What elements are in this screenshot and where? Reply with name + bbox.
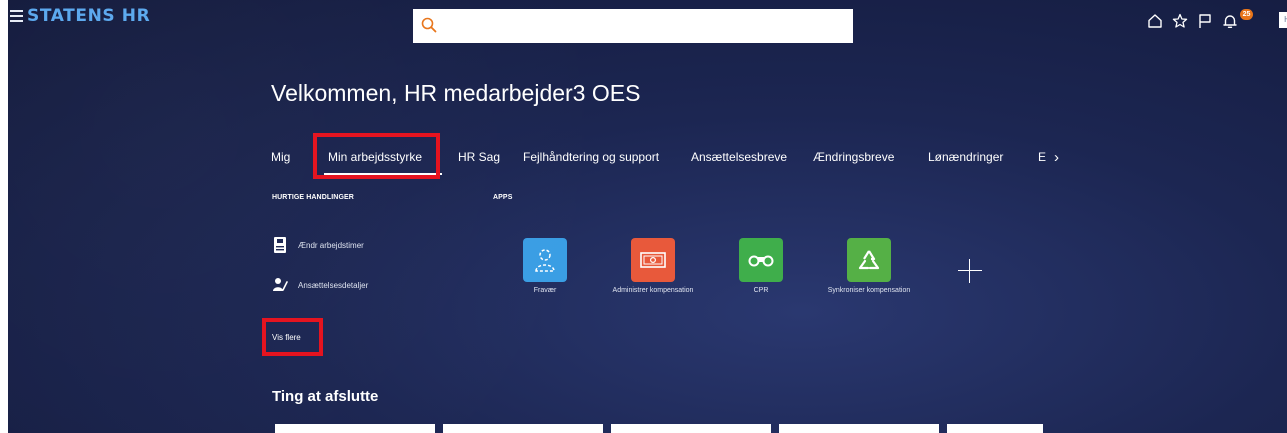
employment-details-icon	[273, 278, 288, 291]
quick-actions-heading: HURTIGE HANDLINGER	[272, 194, 354, 201]
tab-hr-sag[interactable]: HR Sag	[458, 150, 500, 164]
app-tile[interactable]	[631, 238, 675, 282]
tab-min-arbejdsstyrke[interactable]: Min arbejdsstyrke	[328, 150, 422, 164]
task-card[interactable]	[779, 424, 939, 433]
app-cpr[interactable]: CPR	[716, 238, 806, 295]
binoculars-icon	[748, 255, 774, 267]
tab-ansaettelsesbreve[interactable]: Ansættelsesbreve	[691, 150, 787, 164]
tab-mig[interactable]: Mig	[271, 150, 290, 164]
task-card[interactable]	[947, 424, 1043, 433]
active-tab-indicator	[324, 173, 442, 175]
show-more-link[interactable]: Vis flere	[272, 333, 301, 342]
app-tile[interactable]	[739, 238, 783, 282]
app-tile[interactable]	[847, 238, 891, 282]
task-card[interactable]	[275, 424, 435, 433]
money-icon	[640, 252, 666, 268]
quick-action-label: Ændr arbejdstimer	[298, 240, 364, 250]
flag-icon[interactable]	[1196, 12, 1214, 30]
quick-action-label: Ansættelsesdetaljer	[298, 280, 369, 290]
app-label: Administrer kompensation	[612, 287, 694, 294]
hamburger-menu-icon[interactable]	[10, 10, 23, 22]
notifications-icon[interactable]	[1221, 12, 1239, 30]
tab-aendringsbreve[interactable]: Ændringsbreve	[813, 150, 894, 164]
app-label: Fravær	[533, 287, 557, 294]
quick-action-change-hours[interactable]: Ændr arbejdstimer	[272, 236, 364, 254]
brand-logo[interactable]: STATENS HR	[27, 6, 150, 26]
tab-truncated[interactable]: E	[1038, 150, 1046, 164]
app-synkroniser-kompensation[interactable]: Synkroniser kompensation	[824, 238, 914, 295]
avatar[interactable]: H	[1279, 12, 1287, 28]
app-frame: STATENS HR 25 H Velkommen, HR medarbejde…	[8, 0, 1287, 433]
search-box[interactable]	[413, 9, 853, 43]
task-card[interactable]	[443, 424, 603, 433]
app-tile[interactable]	[523, 238, 567, 282]
app-fravaer[interactable]: Fravær	[500, 238, 590, 295]
welcome-heading: Velkommen, HR medarbejder3 OES	[271, 80, 641, 106]
app-label: Synkroniser kompensation	[827, 287, 911, 294]
app-label: CPR	[753, 287, 769, 294]
notification-badge: 25	[1240, 9, 1253, 20]
app-administrer-kompensation[interactable]: Administrer kompensation	[608, 238, 698, 295]
search-input[interactable]	[445, 9, 845, 43]
add-app-plus-icon[interactable]	[955, 256, 985, 286]
tab-loenaendringer[interactable]: Lønændringer	[928, 150, 1003, 164]
apps-heading: APPS	[493, 194, 513, 201]
task-card[interactable]	[611, 424, 771, 433]
star-icon[interactable]	[1171, 12, 1189, 30]
recycle-icon	[858, 250, 880, 270]
search-icon[interactable]	[420, 16, 438, 34]
timesheet-icon	[274, 237, 286, 253]
person-absence-icon	[535, 249, 555, 272]
things-to-finish-heading: Ting at afslutte	[272, 388, 379, 405]
tabs-next-chevron-icon[interactable]: ›	[1054, 150, 1059, 166]
quick-action-employment-details[interactable]: Ansættelsesdetaljer	[272, 276, 368, 294]
home-icon[interactable]	[1146, 12, 1164, 30]
tab-fejlhaandtering[interactable]: Fejlhåndtering og support	[523, 150, 659, 164]
